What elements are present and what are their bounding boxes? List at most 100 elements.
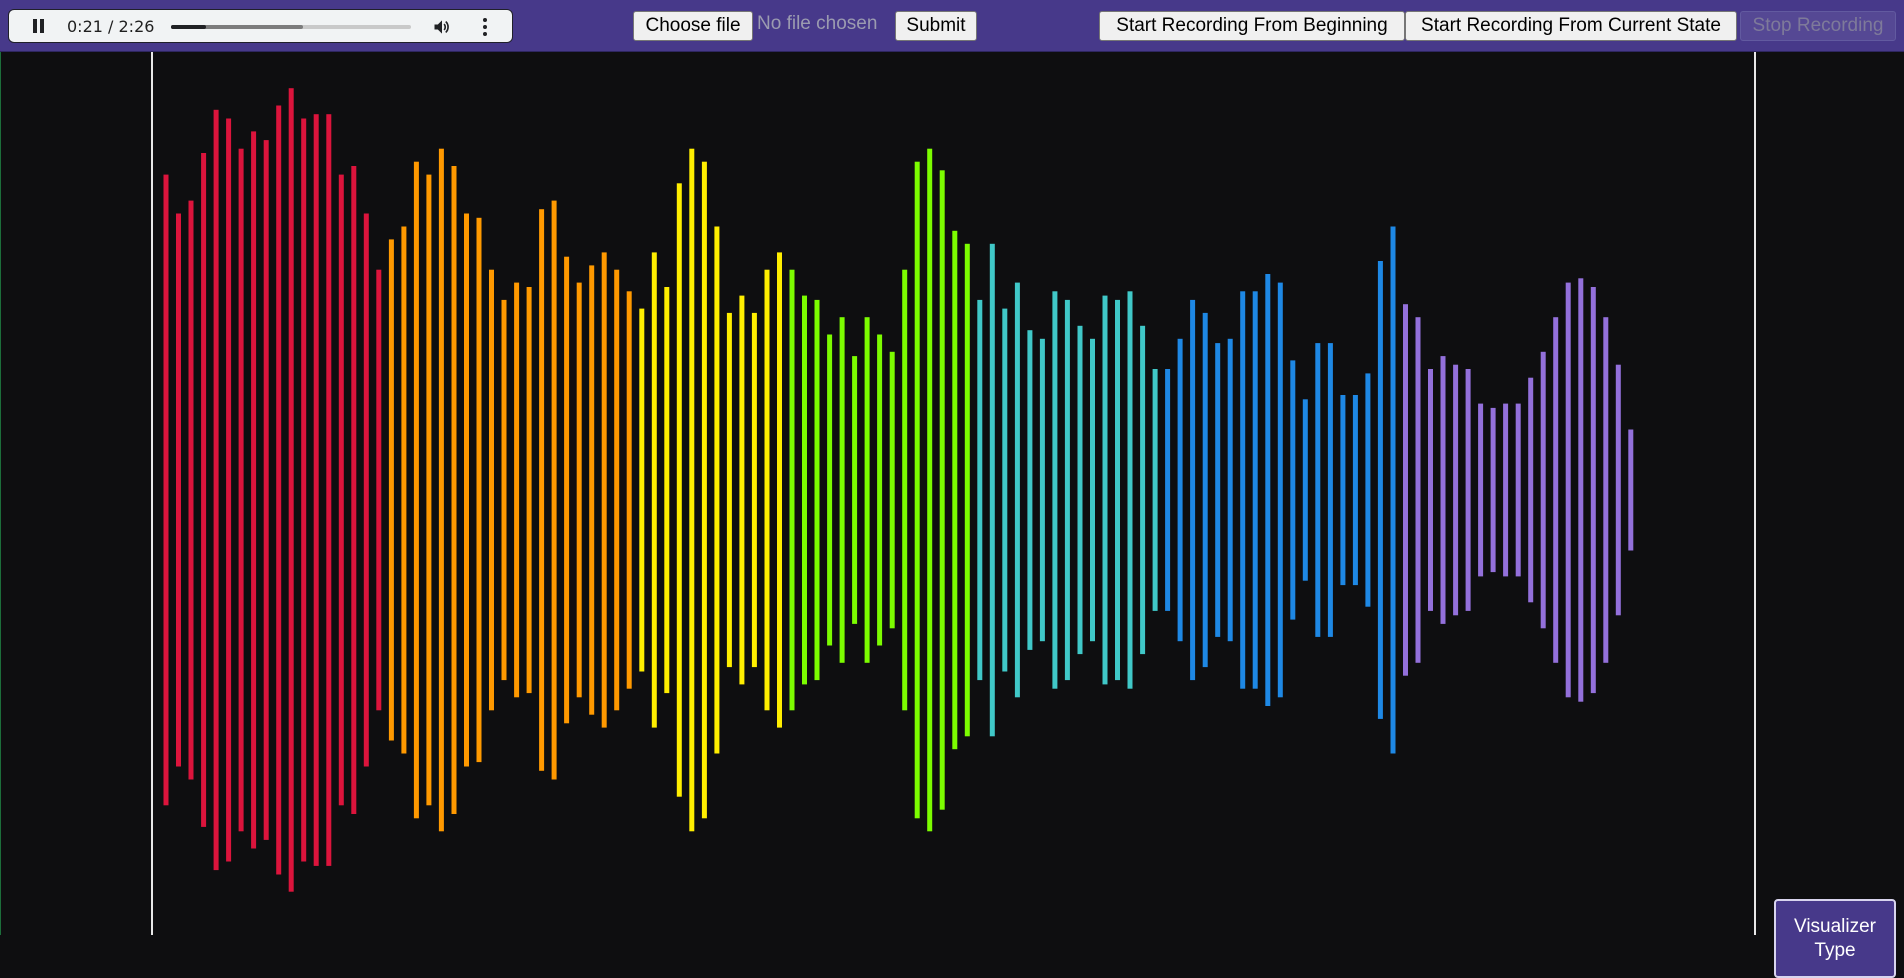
visualizer-bar [1127,291,1133,689]
visualizer-bar [1265,274,1271,706]
seek-bar[interactable] [171,25,411,29]
visualizer-bar [1365,373,1371,607]
seek-progress [171,25,206,29]
visualizer-bar [201,153,207,827]
visualizer-bar [1377,261,1383,719]
visualizer-bar [251,131,257,849]
visualizer-bar [739,295,745,685]
visualizer-bar [1140,325,1146,655]
visualizer-bar [501,299,507,681]
visualizer-bar [789,269,795,711]
top-toolbar: 0:21 / 2:26 Choose file No file chosen S… [0,0,1904,52]
visualizer-bar [751,312,757,668]
visualizer-bar [514,282,520,698]
visualizer-bar [1403,304,1408,676]
visualizer-bar [1553,317,1559,663]
visualizer-bar [902,269,908,711]
audio-visualizer [163,88,1634,892]
visualizer-bar [977,299,983,681]
visualizer-bar [1415,317,1421,663]
visualizer-bar [351,166,357,814]
visualizer-bar [1152,369,1158,611]
submit-button[interactable]: Submit [895,11,977,41]
visualizer-bar [1590,287,1596,694]
visualizer-bar [1027,330,1033,650]
visualizer-bar [664,287,670,694]
visualizer-bar [1277,282,1283,698]
pause-icon[interactable] [31,18,47,34]
visualizer-bar [1002,308,1008,672]
visualizer-bar [163,174,169,806]
visualizer-bar [1440,356,1446,624]
visualizer-bar [1252,291,1258,689]
file-status-text: No file chosen [757,13,878,34]
visualizer-bar [1490,407,1496,573]
visualizer-bar [526,287,532,694]
visualizer-bar [864,317,870,663]
visualizer-bar [564,256,570,724]
visualizer-bar [401,226,407,754]
visualizer-bar [188,200,194,780]
visualizer-bar [176,213,181,767]
visualizer-bar [276,105,282,875]
visualizer-bar [288,88,294,892]
visualizer-bar [551,200,557,780]
visualizer-bar [714,226,720,754]
visualizer-bar [726,312,732,668]
visualizer-bar [539,209,545,771]
visualizer-bar [1540,351,1546,629]
stop-recording-button: Stop Recording [1740,11,1896,41]
visualizer-bar [614,269,620,711]
visualizer-bar [1565,282,1571,698]
visualizer-bar [1503,403,1509,577]
visualizer-bar [326,114,332,866]
visualizer-bar [1465,369,1471,611]
visualizer-type-button[interactable]: Visualizer Type [1774,899,1896,978]
visualizer-bar [1352,395,1358,586]
audio-player[interactable]: 0:21 / 2:26 [8,9,513,43]
visualizer-bar [839,317,845,663]
choose-file-button[interactable]: Choose file [633,11,753,41]
visualizer-bar [1177,338,1183,642]
visualizer-bar [363,213,369,767]
visualizer-bar [1102,295,1108,685]
visualizer-bar [338,174,344,806]
visualizer-bar [1615,364,1621,616]
visualizer-stage: Visualizer Type [0,52,1904,978]
visualizer-bar [827,334,833,646]
visualizer-bar [802,295,807,685]
time-display: 0:21 / 2:26 [67,17,155,36]
visualizer-bar [1478,403,1484,577]
visualizer-bar [1227,338,1233,642]
visualizer-bar [226,118,232,862]
visualizer-bar [689,148,695,832]
visualizer-bar [964,243,970,737]
more-vert-icon[interactable] [479,17,491,37]
visualizer-bar [476,217,482,763]
start-recording-current-button[interactable]: Start Recording From Current State [1405,11,1737,41]
visualizer-bar [1628,429,1634,551]
visualizer-bar [438,148,444,832]
start-recording-beginning-button[interactable]: Start Recording From Beginning [1099,11,1405,41]
visualizer-bar [1603,317,1609,663]
visualizer-bar [1115,299,1120,681]
visualizer-bar [1327,343,1333,637]
visualizer-bar [589,265,595,715]
visualizer-bar [927,148,933,832]
visualizer-bar [764,269,770,711]
visualizer-bar [939,170,945,810]
visualizer-bar [451,166,457,814]
visualizer-bar [1340,395,1346,586]
visualizer-bar [1215,343,1221,637]
visualizer-bar [426,174,432,806]
visualizer-bar [676,183,682,797]
visualizer-bar [388,239,394,741]
visualizer-bar [777,252,782,728]
visualizer-bar [263,140,269,840]
visualizer-bar [1453,364,1459,616]
visualizer-bar [952,230,958,750]
visualizer-bar [1302,399,1308,581]
visualizer-bar [413,161,419,819]
volume-icon[interactable] [432,17,452,37]
visualizer-bar [626,291,632,689]
